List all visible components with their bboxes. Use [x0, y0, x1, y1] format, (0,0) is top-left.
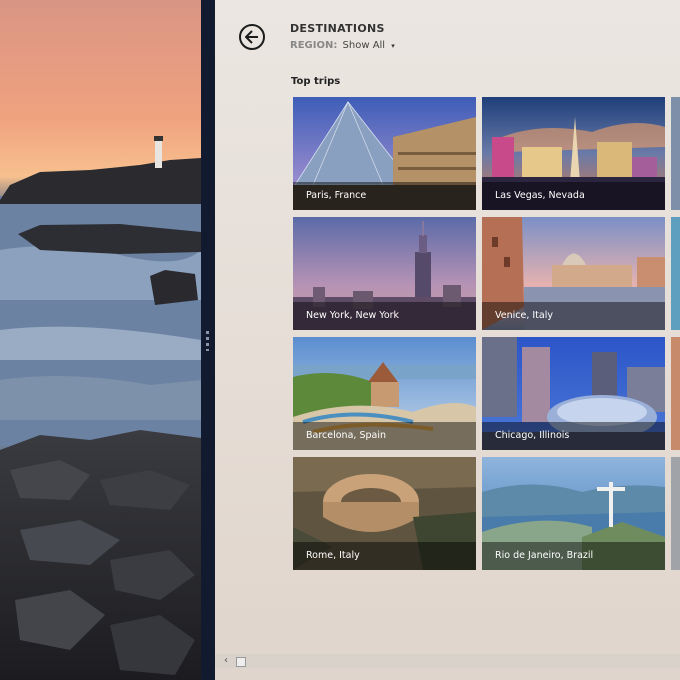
tile-venice[interactable]: Venice, Italy: [482, 217, 665, 330]
tile-label: Barcelona, Spain: [306, 430, 386, 441]
next-tile-peek[interactable]: [671, 457, 680, 570]
tile-rio[interactable]: Rio de Janeiro, Brazil: [482, 457, 665, 570]
tile-label: New York, New York: [306, 310, 400, 321]
region-value[interactable]: Show All: [343, 40, 386, 51]
horizontal-scrollbar[interactable]: ‹: [215, 654, 680, 668]
tile-label: Rome, Italy: [306, 550, 360, 561]
next-tile-peek[interactable]: [671, 217, 680, 330]
back-button[interactable]: [239, 24, 265, 50]
tile-new-york[interactable]: New York, New York: [293, 217, 476, 330]
tile-paris[interactable]: Paris, France: [293, 97, 476, 210]
scroll-left-arrow-icon[interactable]: ‹: [224, 655, 228, 666]
region-filter[interactable]: REGION: Show All ▾: [290, 40, 395, 51]
tile-chicago[interactable]: Chicago, Illinois: [482, 337, 665, 450]
tile-las-vegas[interactable]: Las Vegas, Nevada: [482, 97, 665, 210]
tile-rome[interactable]: Rome, Italy: [293, 457, 476, 570]
tile-label: Las Vegas, Nevada: [495, 190, 585, 201]
destinations-app: DESTINATIONS REGION: Show All ▾ Top trip…: [215, 0, 680, 680]
region-label: REGION:: [290, 40, 338, 51]
coastal-lighthouse-image: [0, 0, 201, 680]
tile-label: Chicago, Illinois: [495, 430, 570, 441]
next-tile-peek[interactable]: [671, 97, 680, 210]
tile-label: Rio de Janeiro, Brazil: [495, 550, 594, 561]
tile-label: Venice, Italy: [495, 310, 553, 321]
scroll-thumb[interactable]: [236, 657, 246, 667]
tile-label: Paris, France: [306, 190, 367, 201]
chevron-down-icon[interactable]: ▾: [391, 42, 395, 50]
drag-handle-icon[interactable]: [206, 331, 209, 351]
page-title: DESTINATIONS: [290, 22, 385, 35]
split-divider[interactable]: [201, 0, 215, 680]
back-arrow-icon: [245, 30, 258, 44]
wallpaper-pane: [0, 0, 201, 680]
next-tile-peek[interactable]: [671, 337, 680, 450]
tile-barcelona[interactable]: Barcelona, Spain: [293, 337, 476, 450]
section-title: Top trips: [291, 76, 341, 87]
